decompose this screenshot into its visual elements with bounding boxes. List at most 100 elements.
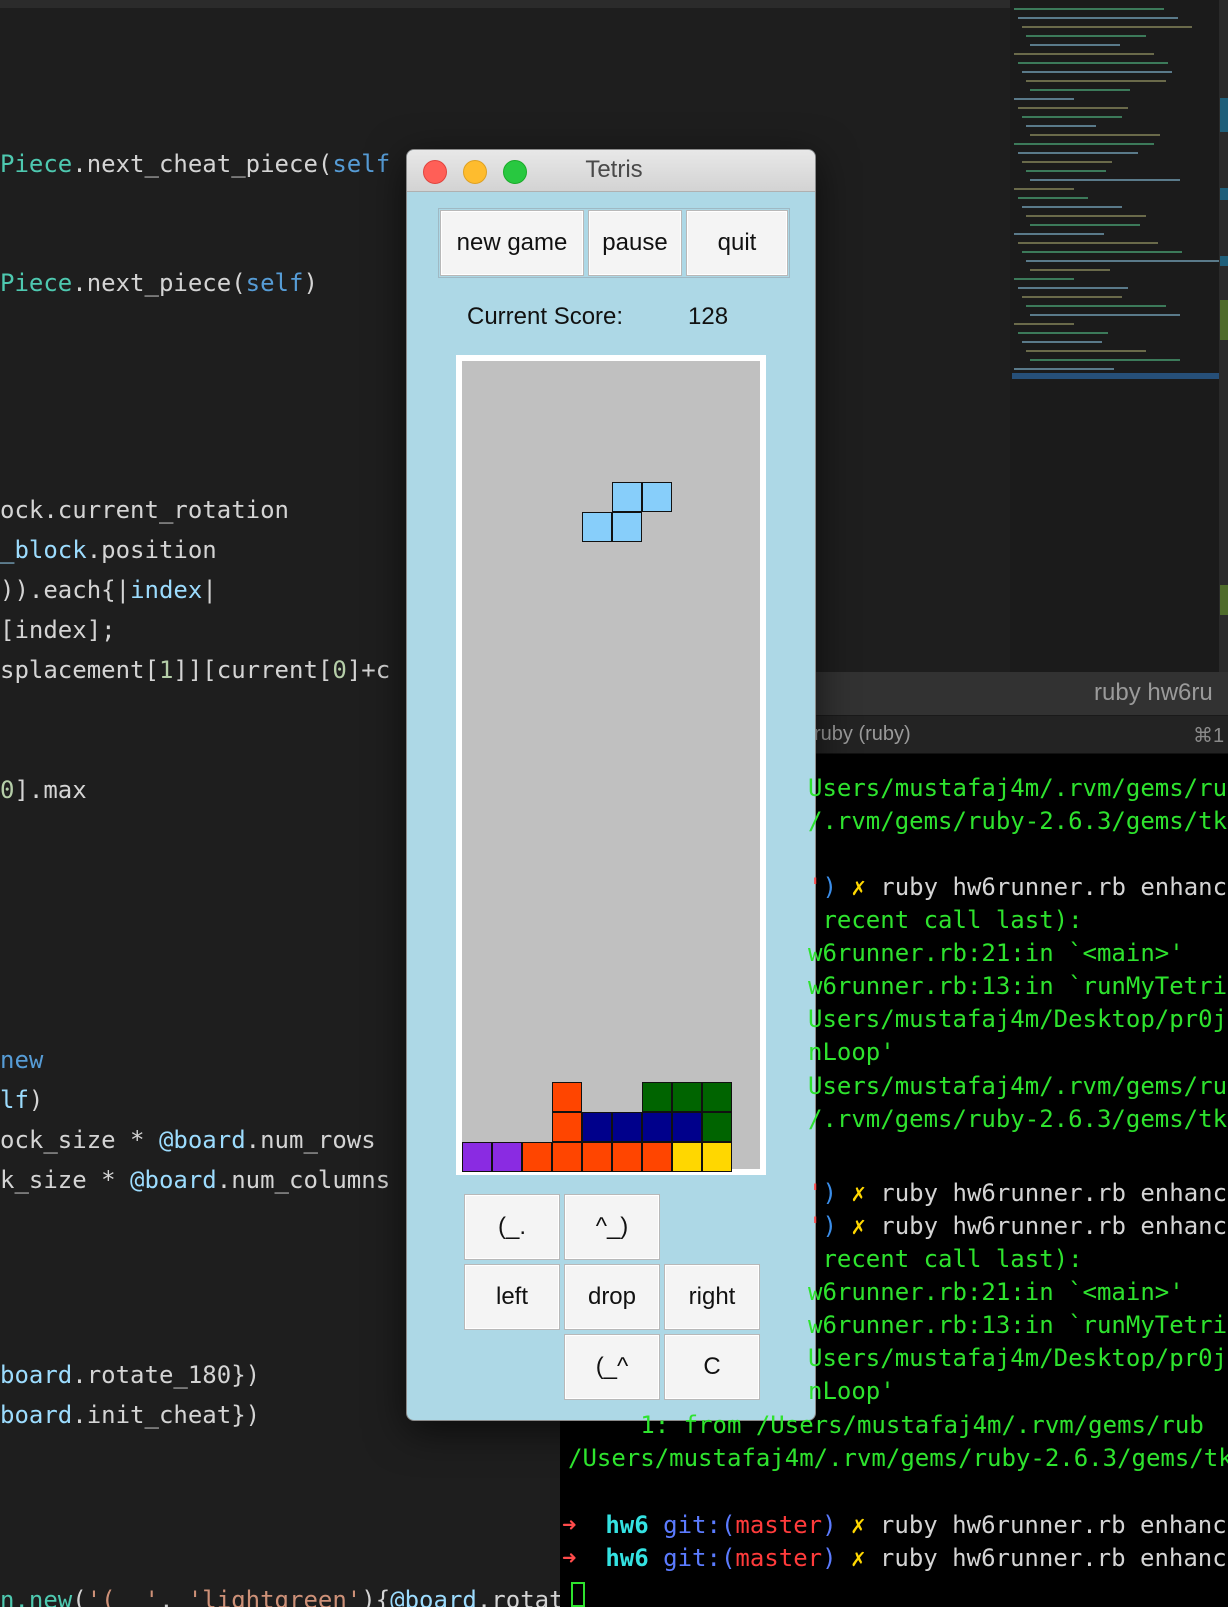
- text-token: ): [822, 1544, 837, 1572]
- text-token: new: [0, 1046, 44, 1074]
- settled-block: [612, 1142, 642, 1172]
- text-token: ): [822, 1511, 837, 1539]
- text-token: k_size *: [0, 1166, 131, 1194]
- minimap-line: [1022, 71, 1172, 73]
- rotate-left-button[interactable]: (_.: [464, 1194, 560, 1260]
- terminal-line: recent call last):: [808, 905, 1083, 935]
- settled-block: [552, 1142, 582, 1172]
- minimap-line: [1018, 242, 1158, 244]
- move-left-button[interactable]: left: [464, 1264, 560, 1330]
- minimap-line: [1018, 332, 1108, 334]
- minimap-line: [1026, 35, 1146, 37]
- scrollbar-marker: [1220, 188, 1228, 200]
- new-game-button[interactable]: new game: [440, 210, 584, 276]
- minimap-line: [1026, 215, 1146, 217]
- minimap-line: [1018, 17, 1178, 19]
- text-token: ruby hw6runner.rb enhance: [880, 1212, 1228, 1240]
- minimap-line: [1026, 170, 1106, 172]
- text-token: next_cheat_piece(: [86, 150, 333, 178]
- text-token: ruby hw6runner.rb enhance: [879, 1544, 1228, 1572]
- terminal-line: recent call last):: [808, 1244, 1082, 1274]
- tetris-titlebar[interactable]: Tetris: [407, 150, 815, 192]
- text-token: ': [808, 1179, 823, 1207]
- terminal-line: Users/mustafaj4m/Desktop/pr0je: [808, 1343, 1228, 1373]
- code-line: board.rotate_180}): [0, 1360, 260, 1390]
- terminal-line: /Users/mustafaj4m/.rvm/gems/ruby-2.6.3/g…: [568, 1443, 1228, 1473]
- terminal-line: w6runner.rb:13:in `runMyTetris: [808, 971, 1228, 1001]
- text-token: ruby hw6runner.rb enhance: [880, 1179, 1228, 1207]
- text-token: master: [735, 1511, 823, 1539]
- terminal-line: ➜ hw6 git:(master) ✗ ruby hw6runner.rb e…: [562, 1510, 1228, 1540]
- text-token: Users/mustafaj4m/.rvm/gems/rub: [808, 1072, 1228, 1100]
- minimap-line: [1022, 206, 1122, 208]
- text-token: n.new: [0, 1586, 73, 1607]
- text-token: ✗: [836, 1511, 880, 1539]
- minimap-line: [1030, 314, 1180, 316]
- text-token: @board: [390, 1586, 477, 1607]
- settled-block: [642, 1142, 672, 1172]
- settled-block: [582, 1112, 612, 1142]
- minimap-line: [1014, 368, 1114, 370]
- minimap-viewport[interactable]: [1012, 373, 1220, 379]
- text-token: .num_rows: [245, 1126, 376, 1154]
- minimap[interactable]: [1010, 0, 1228, 672]
- text-token: ➜: [562, 1511, 606, 1539]
- minimap-line: [1022, 341, 1102, 343]
- code-line: board.init_cheat}): [0, 1400, 260, 1430]
- settled-block: [642, 1082, 672, 1112]
- rotate-right-button[interactable]: ^_): [564, 1194, 660, 1260]
- text-token: /.rvm/gems/ruby-2.6.3/gems/tk-: [808, 807, 1228, 835]
- tetris-window[interactable]: Tetris new game pause quit Current Score…: [406, 149, 816, 1421]
- text-token: ock.current_rotation: [0, 496, 289, 524]
- text-token: ➜: [562, 1544, 606, 1572]
- text-token: /Users/mustafaj4m/.rvm/gems/ruby-2.6.3/g…: [568, 1444, 1228, 1472]
- text-token: next_piece(: [86, 269, 246, 297]
- drop-button[interactable]: drop: [564, 1264, 660, 1330]
- settled-block: [582, 1142, 612, 1172]
- quit-button[interactable]: quit: [686, 210, 788, 276]
- text-token: ): [28, 1086, 44, 1114]
- settled-block: [672, 1112, 702, 1142]
- settled-block: [672, 1142, 702, 1172]
- settled-block: [522, 1142, 552, 1172]
- text-token: ruby hw6runner.rb enhance: [879, 1511, 1228, 1539]
- terminal-line: ') ✗ ruby hw6runner.rb enhance: [808, 1211, 1228, 1241]
- terminal-line: nLoop': [808, 1037, 895, 1067]
- text-token: [index];: [0, 616, 116, 644]
- minimap-line: [1014, 233, 1104, 235]
- text-token: )): [0, 576, 29, 604]
- minimap-line: [1014, 53, 1154, 55]
- text-token: 0: [332, 656, 347, 684]
- terminal-tab-label: ruby (ruby): [814, 723, 911, 745]
- code-line: ock_size * @board.num_rows: [0, 1125, 376, 1155]
- minimap-line: [1022, 251, 1182, 253]
- terminal-line: Users/mustafaj4m/Desktop/pr0je: [808, 1004, 1228, 1034]
- settled-block: [642, 1112, 672, 1142]
- text-token: recent call last):: [808, 906, 1083, 934]
- text-token: (: [72, 1586, 87, 1607]
- minimap-line: [1030, 134, 1160, 136]
- text-token: Users/mustafaj4m/.rvm/gems/rub: [808, 774, 1228, 802]
- text-token: board: [0, 1361, 73, 1389]
- minimap-line: [1014, 278, 1074, 280]
- code-line: lf): [0, 1085, 43, 1115]
- text-token: git:(: [663, 1544, 736, 1572]
- settled-block: [552, 1112, 582, 1142]
- text-token: w6runner.rb:13:in `runMyTetris: [808, 972, 1228, 1000]
- terminal-tab-shortcut: ⌘1: [1193, 725, 1225, 747]
- settled-block: [702, 1142, 732, 1172]
- minimap-line: [1026, 350, 1146, 352]
- pause-button[interactable]: pause: [588, 210, 682, 276]
- text-token: index: [130, 576, 203, 604]
- settled-block: [552, 1082, 582, 1112]
- rotate-180-button[interactable]: (_^: [564, 1334, 660, 1400]
- text-token: ,: [158, 1586, 188, 1607]
- minimap-line: [1014, 323, 1074, 325]
- cheat-button[interactable]: C: [664, 1334, 760, 1400]
- minimap-line: [1022, 296, 1122, 298]
- move-right-button[interactable]: right: [664, 1264, 760, 1330]
- terminal-line: /.rvm/gems/ruby-2.6.3/gems/tk-: [808, 1104, 1228, 1134]
- text-token: .: [72, 269, 87, 297]
- minimap-line: [1018, 62, 1168, 64]
- text-token: ✗: [836, 1544, 880, 1572]
